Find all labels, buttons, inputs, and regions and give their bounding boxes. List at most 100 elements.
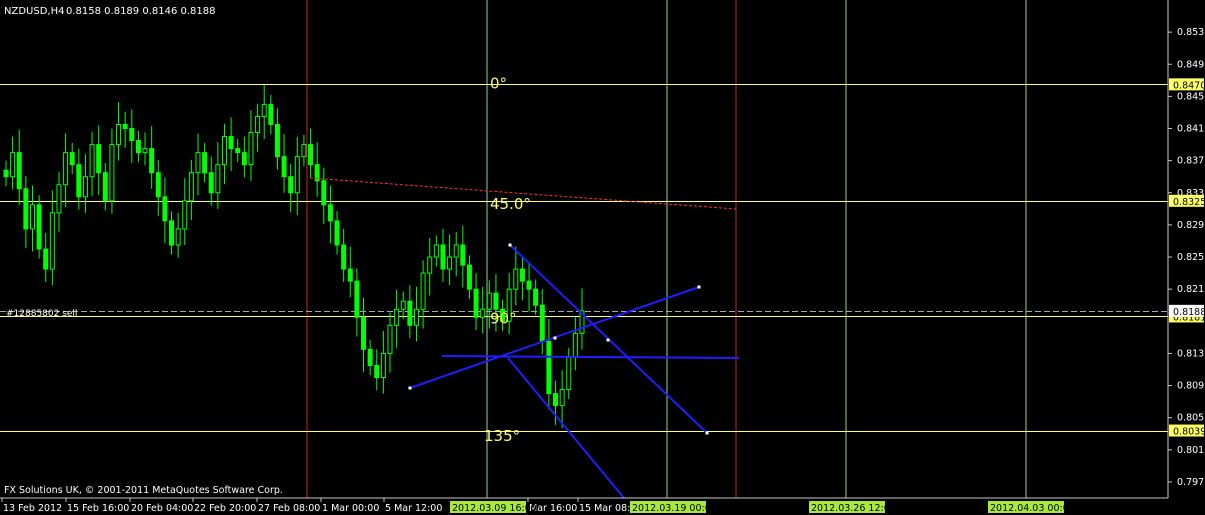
candle-body xyxy=(433,244,439,258)
candle-body xyxy=(122,124,128,130)
candle-body xyxy=(361,316,367,350)
candle-body xyxy=(334,220,340,246)
candle-body xyxy=(116,124,122,146)
candle-body xyxy=(374,364,380,379)
candle-body xyxy=(453,244,459,258)
candle-body xyxy=(23,188,29,230)
candle-body xyxy=(288,176,294,194)
price-tick-label: 0.7975 xyxy=(1177,477,1205,488)
candle-body xyxy=(109,144,115,202)
candle-body xyxy=(380,352,386,379)
time-tick-label: 27 Feb 08:00 xyxy=(258,503,320,514)
time-tick-label: 1 Mar 00:00 xyxy=(322,503,379,514)
time-tick-label: 13 Feb 2012 xyxy=(3,503,62,514)
candle-body xyxy=(447,256,453,270)
candle-body xyxy=(394,308,400,326)
candle-body xyxy=(202,152,208,174)
candle-body xyxy=(129,128,135,142)
candle-body xyxy=(354,280,360,318)
candle-body xyxy=(142,148,148,154)
order-label: #12885802 sell xyxy=(6,309,77,319)
gann-angle-label: 0° xyxy=(490,74,507,92)
candle-body xyxy=(480,308,486,318)
chart-background xyxy=(0,0,1205,515)
candle-body xyxy=(221,136,227,166)
candle-body xyxy=(82,176,88,198)
candle-body xyxy=(327,204,333,222)
candle-body xyxy=(162,196,168,222)
trendline-anchor[interactable] xyxy=(508,243,512,247)
candle-body xyxy=(169,220,175,246)
candle-body xyxy=(308,144,314,166)
trendline-anchor[interactable] xyxy=(705,431,709,435)
date-highlight-label: 2012.03.26 12:00 xyxy=(811,503,896,514)
candle-body xyxy=(559,389,565,407)
candle-body xyxy=(135,140,141,154)
candle-body xyxy=(387,324,393,354)
candle-body xyxy=(526,280,532,290)
symbol-label: NZDUSD,H4 xyxy=(4,6,64,17)
candle-body xyxy=(188,172,194,202)
copyright-text: FX Solutions UK, © 2001-2011 MetaQuotes … xyxy=(4,485,283,496)
candle-body xyxy=(473,288,479,318)
candle-body xyxy=(102,172,108,202)
candle-body xyxy=(241,152,247,166)
candle-body xyxy=(63,152,69,186)
price-tick-label: 0.8495 xyxy=(1177,59,1205,70)
candle-body xyxy=(466,264,472,290)
trendline-anchor[interactable] xyxy=(553,336,557,340)
candle-body xyxy=(294,156,300,194)
price-tick-label: 0.8135 xyxy=(1177,348,1205,359)
candle-body xyxy=(76,164,82,198)
date-highlight-label: 2012.03.19 00:00 xyxy=(632,503,717,514)
candle-body xyxy=(367,348,373,366)
candle-body xyxy=(182,200,188,230)
candle-body xyxy=(539,304,545,342)
candle-body xyxy=(195,152,201,174)
trendline-anchor[interactable] xyxy=(697,285,701,289)
order-price-label: 0.8188 xyxy=(1173,307,1205,318)
candle-body xyxy=(486,292,492,310)
level-price-label: 0.8470 xyxy=(1173,80,1205,91)
candle-body xyxy=(268,103,274,126)
candle-body xyxy=(155,172,161,198)
time-tick-label: 20 Feb 04:00 xyxy=(131,503,193,514)
price-tick-label: 0.8215 xyxy=(1177,284,1205,295)
time-tick-label: 22 Feb 20:00 xyxy=(194,503,256,514)
candle-body xyxy=(440,244,446,270)
candle-body xyxy=(553,393,559,407)
candle-body xyxy=(43,248,49,270)
candle-body xyxy=(400,300,406,310)
candle-body xyxy=(427,256,433,274)
candle-body xyxy=(96,144,102,174)
date-highlight-label: 2012.03.09 16:00 xyxy=(452,503,537,514)
candle-body xyxy=(36,204,42,250)
candle-body xyxy=(566,356,572,391)
price-chart[interactable]: 0° 45.0° 90° 135° 0.8535 0.8495 0.8455 0.8415 0… xyxy=(0,0,1205,515)
price-tick-label: 0.8295 xyxy=(1177,220,1205,231)
candle-body xyxy=(29,204,35,230)
candle-body xyxy=(533,288,539,306)
chart-window[interactable]: 0° 45.0° 90° 135° 0.8535 0.8495 0.8455 0.8415 0… xyxy=(0,0,1205,515)
candle-body xyxy=(235,148,241,154)
price-tick-label: 0.8015 xyxy=(1177,445,1205,456)
candle-body xyxy=(3,169,9,178)
candle-body xyxy=(274,124,280,158)
candle-body xyxy=(460,244,466,266)
gann-angle-label: 90° xyxy=(490,310,517,328)
candle-body xyxy=(407,300,413,326)
candle-body xyxy=(255,115,261,134)
candle-body xyxy=(513,268,519,290)
level-price-label: 0.8325 xyxy=(1173,197,1205,208)
price-tick-label: 0.8095 xyxy=(1177,381,1205,392)
price-tick-label: 0.8255 xyxy=(1177,252,1205,263)
trendline-anchor[interactable] xyxy=(606,338,610,342)
price-tick-label: 0.8055 xyxy=(1177,413,1205,424)
gann-angle-label: 135° xyxy=(484,427,520,445)
trendline-anchor[interactable] xyxy=(408,386,412,390)
candle-body xyxy=(175,228,181,246)
candle-body xyxy=(347,268,353,282)
candle-body xyxy=(248,132,254,166)
candle-body xyxy=(281,156,287,178)
candle-body xyxy=(228,136,234,150)
